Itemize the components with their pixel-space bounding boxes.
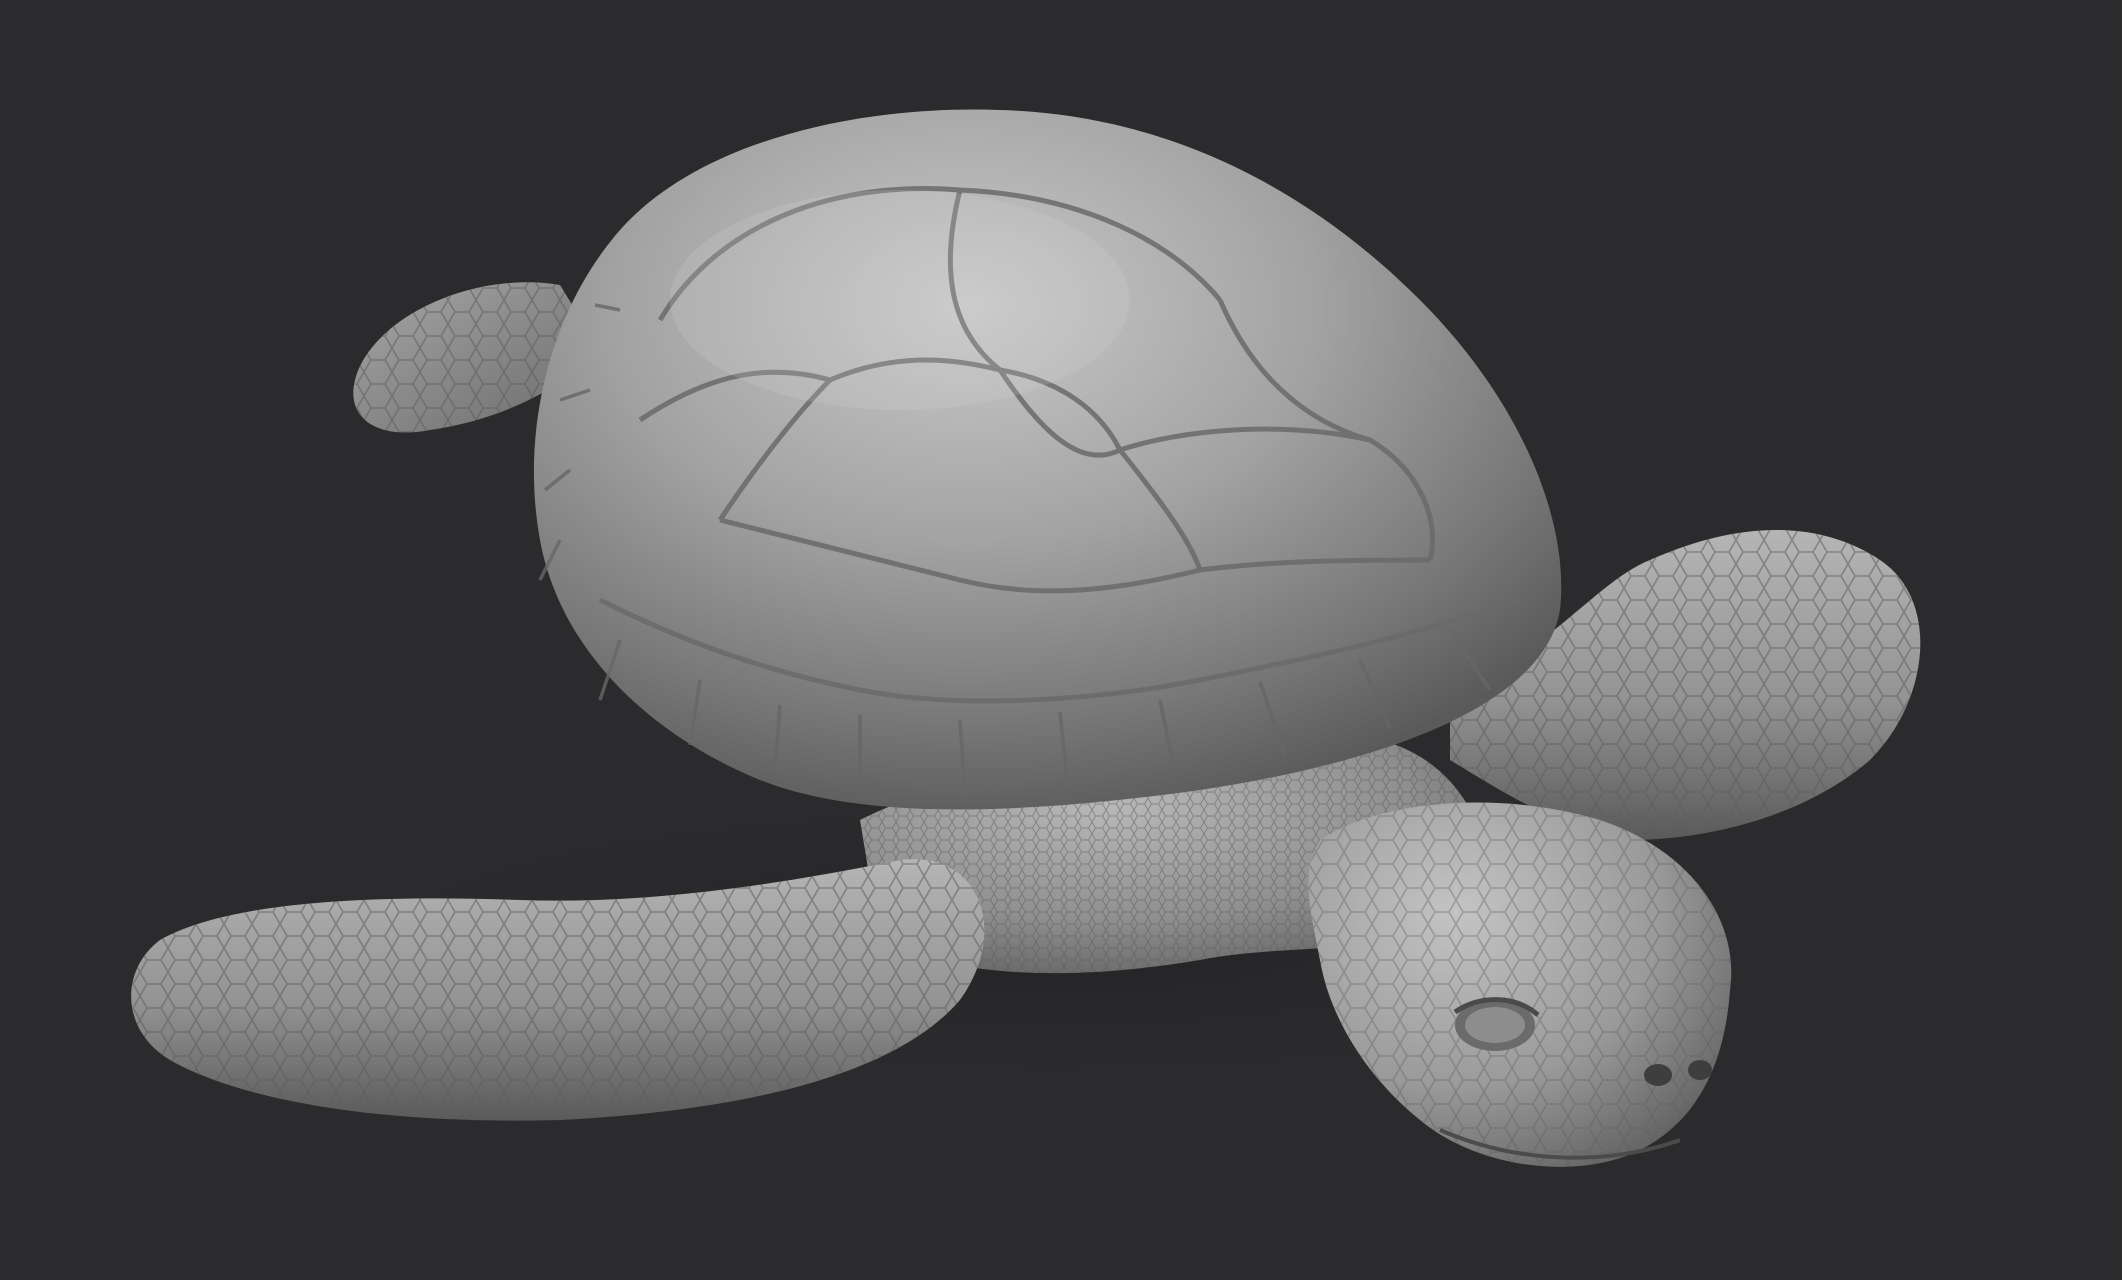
turtle-shell <box>533 109 1562 810</box>
sculpt-viewport[interactable] <box>0 0 2122 1280</box>
turtle-head <box>1308 802 1732 1167</box>
turtle-render <box>131 109 1921 1167</box>
